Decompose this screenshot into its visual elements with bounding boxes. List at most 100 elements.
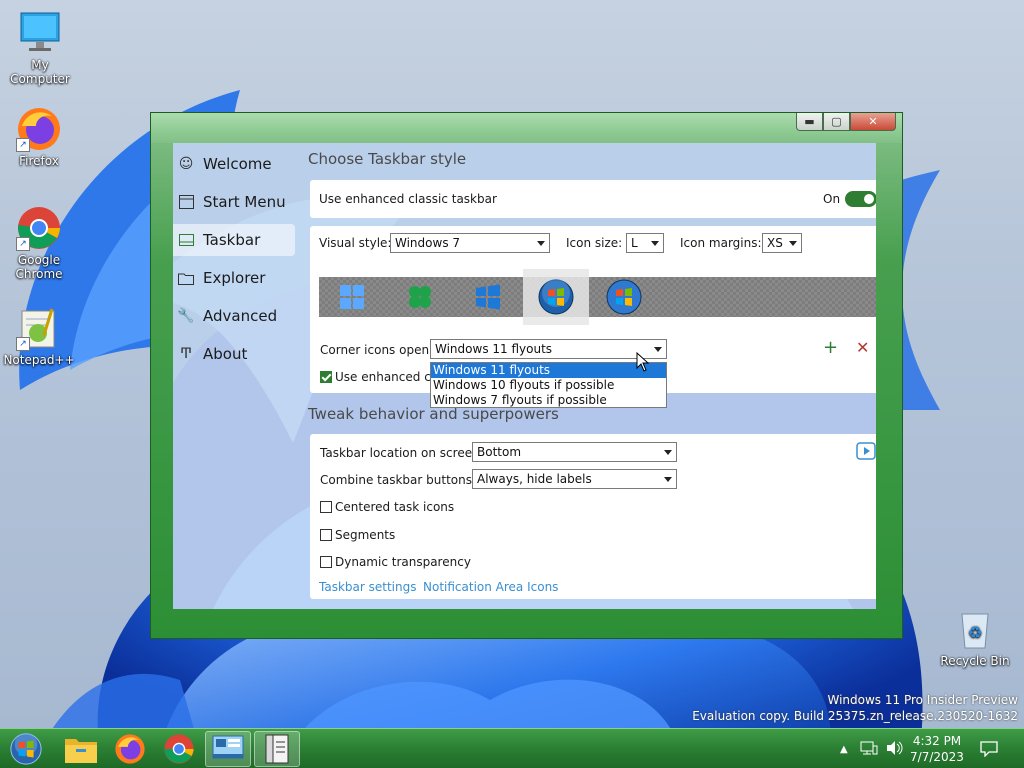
taskbar-style-gallery — [319, 269, 876, 325]
nav-item-label: Advanced — [203, 307, 278, 325]
dynamic-transparency-checkbox[interactable] — [320, 556, 332, 568]
style-win11-tile[interactable] — [319, 277, 385, 317]
caption-buttons: ▬ ▢ ✕ — [796, 113, 896, 131]
page-title: Choose Taskbar style — [308, 150, 467, 168]
chevron-down-icon — [654, 347, 662, 352]
chevron-down-icon — [651, 241, 659, 246]
shortcut-arrow-icon: ↗ — [16, 337, 30, 351]
nav-item-label: About — [203, 345, 248, 363]
action-center-button[interactable] — [980, 729, 998, 768]
desktop-icon-label: Firefox — [19, 154, 59, 168]
notification-icons-link[interactable]: Notification Area Icons — [423, 580, 558, 594]
corner-icons-select[interactable]: Windows 11 flyouts — [430, 339, 667, 359]
desktop-icon-firefox[interactable]: ↗ Firefox — [0, 106, 79, 168]
taskbar-firefox[interactable] — [107, 731, 153, 767]
firefox-icon: ↗ — [16, 106, 62, 152]
dropdown-option[interactable]: Windows 11 flyouts — [431, 363, 666, 378]
notepadpp-icon: ↗ — [16, 305, 62, 351]
taskbar-chrome[interactable] — [156, 731, 202, 767]
desktop-icon-my-computer[interactable]: My Computer — [0, 10, 80, 86]
corner-icons-dropdown-list: Windows 11 flyouts Windows 10 flyouts if… — [430, 362, 667, 408]
style-win10-tile[interactable] — [455, 277, 521, 317]
shortcut-arrow-icon: ↗ — [16, 237, 30, 251]
toggle-state-label: On — [823, 192, 841, 206]
style-green-tile[interactable] — [387, 277, 453, 317]
monitor-icon — [17, 10, 63, 56]
segments-checkbox[interactable] — [320, 529, 332, 541]
chrome-icon — [164, 734, 194, 764]
network-icon[interactable] — [860, 740, 878, 759]
desktop-icon-label: My Computer — [10, 58, 70, 86]
windows-7-orb-icon — [538, 279, 574, 315]
close-button[interactable]: ✕ — [850, 113, 896, 131]
system-tray: ▲ — [840, 729, 904, 768]
nav-item-start-menu[interactable]: Start Menu — [173, 186, 295, 218]
minimize-button[interactable]: ▬ — [796, 113, 823, 131]
nav-item-about[interactable]: Ͳ About — [173, 338, 295, 370]
nav-item-explorer[interactable]: Explorer — [173, 262, 295, 294]
nav-item-advanced[interactable]: 🔧 Advanced — [173, 300, 295, 332]
start-menu-icon — [177, 193, 195, 211]
visual-style-select[interactable]: Windows 7 — [390, 233, 550, 253]
taskbar-icon — [177, 231, 195, 249]
segments-label: Segments — [335, 528, 396, 542]
recycle-bin-icon: ♻ — [952, 606, 998, 652]
taskbar-location-select[interactable]: Bottom — [472, 442, 677, 462]
taskbar: ▲ 4:32 PM 7/7/2023 — [0, 728, 1024, 768]
preview-video-icon[interactable] — [856, 442, 876, 465]
enhanced-clas-checkbox[interactable] — [320, 371, 332, 383]
nav-item-label: Explorer — [203, 269, 266, 287]
nav-item-welcome[interactable]: ☺ Welcome — [173, 148, 295, 180]
taskbar-startallback[interactable] — [205, 731, 251, 767]
icon-size-select[interactable]: L — [626, 233, 664, 253]
style-win7-orb-tile[interactable] — [523, 269, 589, 325]
notebook-icon — [265, 734, 289, 764]
startallback-window[interactable]: ▬ ▢ ✕ ☺ Welcome Start Menu Taskbar Explo… — [150, 112, 903, 639]
windows-10-logo-icon — [476, 284, 500, 310]
taskbar-notebook-app[interactable] — [254, 731, 300, 767]
visual-style-label: Visual style: — [319, 236, 392, 250]
enhanced-taskbar-label: Use enhanced classic taskbar — [319, 192, 497, 206]
about-icon: Ͳ — [179, 346, 193, 362]
desktop-icon-recycle-bin[interactable]: ♻ Recycle Bin — [935, 606, 1015, 668]
icon-margins-select[interactable]: XS — [762, 233, 802, 253]
start-button[interactable] — [4, 731, 48, 767]
taskbar-clock[interactable]: 4:32 PM 7/7/2023 — [905, 733, 969, 765]
icon-margins-label: Icon margins: — [680, 236, 762, 250]
centered-icons-label: Centered task icons — [335, 500, 455, 514]
shortcut-arrow-icon: ↗ — [16, 138, 30, 152]
watermark-build: Evaluation copy. Build 25375.zn_release.… — [692, 709, 1018, 723]
add-icon[interactable]: + — [823, 337, 838, 358]
combine-buttons-label: Combine taskbar buttons: — [320, 473, 477, 487]
volume-icon[interactable] — [886, 740, 904, 759]
remove-icon[interactable]: ✕ — [856, 338, 869, 357]
style-win7-flag-tile[interactable] — [591, 277, 657, 317]
window-client-area: ☺ Welcome Start Menu Taskbar Explorer 🔧 … — [173, 143, 876, 609]
notification-icon — [980, 741, 998, 757]
dropdown-option[interactable]: Windows 10 flyouts if possible — [431, 378, 666, 393]
maximize-button[interactable]: ▢ — [823, 113, 850, 131]
desktop-icon-notepadpp[interactable]: ↗ Notepad++ — [0, 305, 79, 367]
desktop-icon-label: Notepad++ — [3, 353, 75, 367]
clock-date: 7/7/2023 — [910, 750, 964, 764]
windows-7-flag-icon — [606, 279, 642, 315]
enhanced-taskbar-toggle[interactable] — [845, 191, 876, 207]
nav-item-taskbar[interactable]: Taskbar — [173, 224, 295, 256]
file-explorer-icon — [65, 739, 97, 763]
dropdown-option[interactable]: Windows 7 flyouts if possible — [431, 393, 666, 408]
taskbar-file-explorer[interactable] — [58, 731, 104, 767]
desktop-icon-google-chrome[interactable]: ↗ Google Chrome — [0, 205, 79, 281]
firefox-icon — [115, 734, 145, 764]
tray-overflow-chevron-icon[interactable]: ▲ — [840, 744, 848, 755]
clock-time: 4:32 PM — [912, 734, 962, 748]
chevron-down-icon — [664, 477, 672, 482]
start-orb-icon — [10, 732, 42, 765]
chevron-down-icon — [789, 241, 797, 246]
centered-icons-checkbox[interactable] — [320, 501, 332, 513]
folder-icon — [177, 269, 195, 287]
combine-buttons-select[interactable]: Always, hide labels — [472, 469, 677, 489]
taskbar-settings-link[interactable]: Taskbar settings — [319, 580, 416, 594]
wrench-icon: 🔧 — [177, 308, 195, 324]
chrome-icon: ↗ — [16, 205, 62, 251]
windows-11-logo-icon — [340, 285, 364, 309]
